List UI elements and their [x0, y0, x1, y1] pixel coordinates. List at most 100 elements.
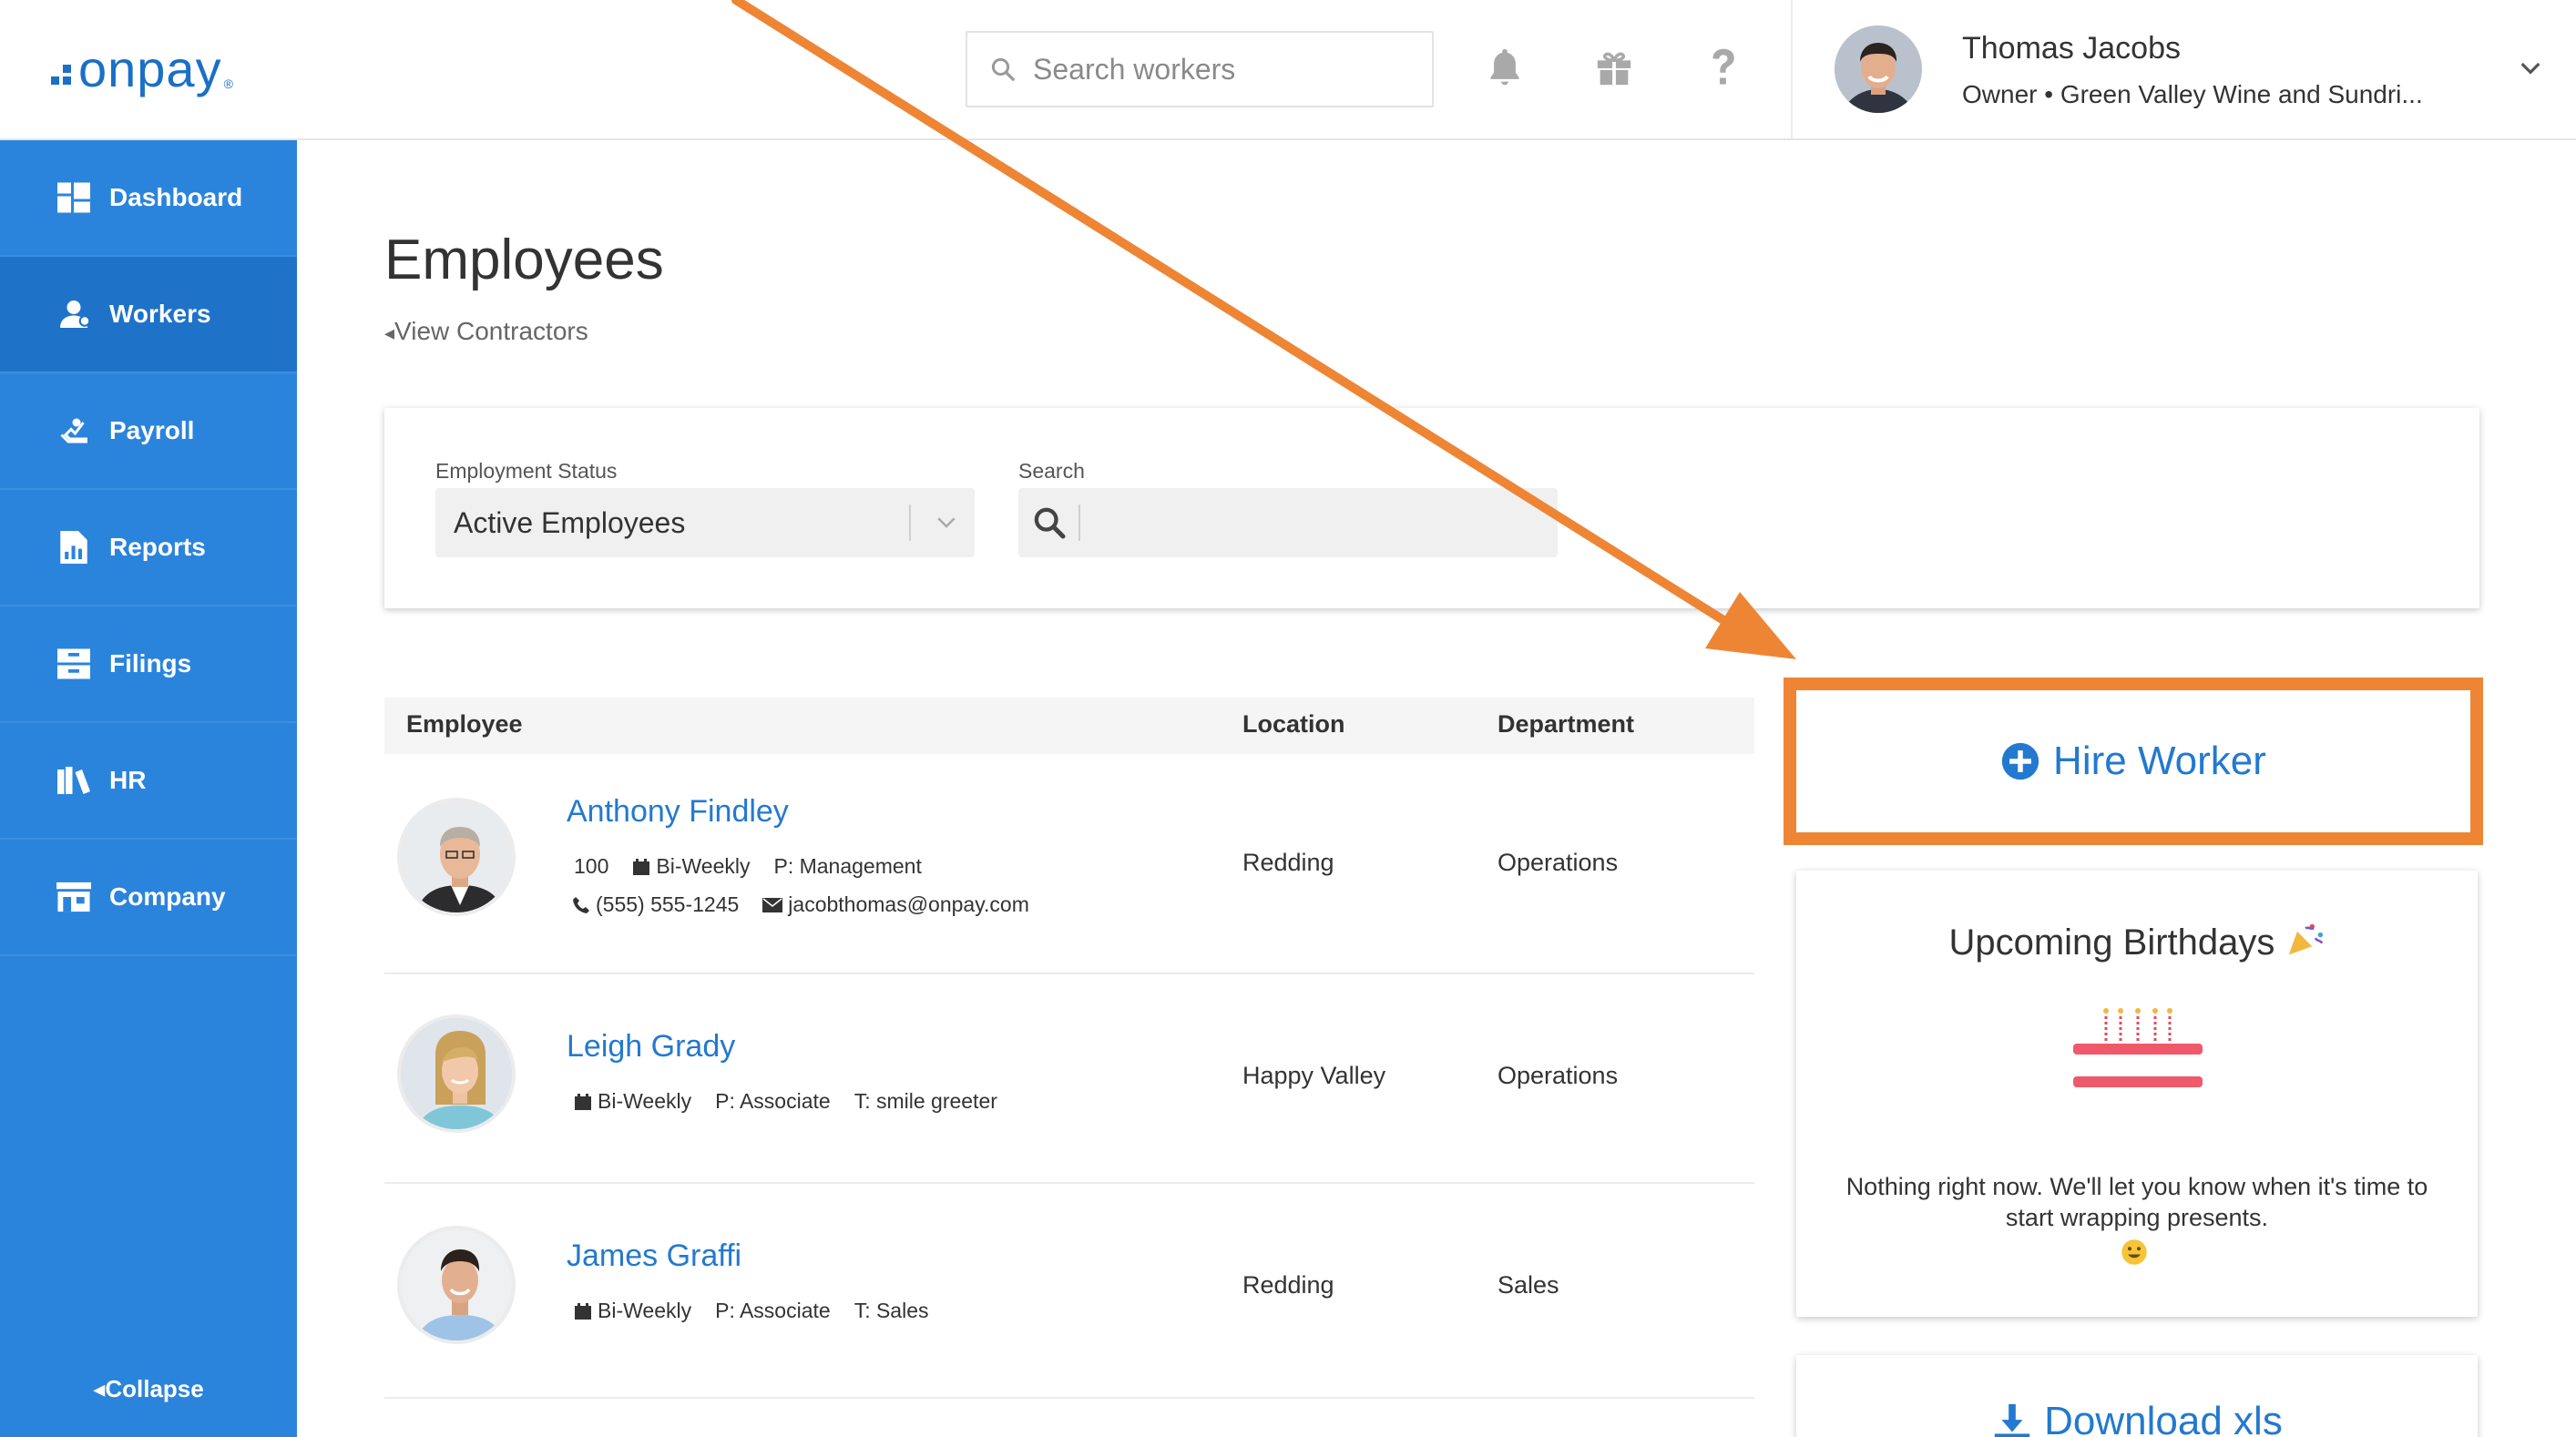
sidebar-item-label: Reports	[109, 533, 206, 561]
birthday-cake-icon	[2073, 1008, 2203, 1087]
smiley-icon	[2121, 1239, 2147, 1265]
download-xls-button[interactable]: Download xls	[1796, 1399, 2478, 1437]
upcoming-birthdays-title: Upcoming Birthdays	[1796, 922, 2478, 963]
table-row[interactable]: Leigh Grady Bi-Weekly P: Associate T: sm…	[384, 974, 1754, 1184]
pay-schedule-value: Bi-Weekly	[598, 1299, 692, 1322]
search-workers-input[interactable]	[1033, 52, 1416, 87]
chevron-down-icon[interactable]	[933, 508, 960, 535]
employee-meta-line-1: 100 Bi-Weekly P: Management	[574, 854, 946, 879]
employee-meta-line-1: Bi-Weekly P: Associate T: Sales	[574, 1299, 953, 1323]
employee-position: P: Associate	[715, 1089, 831, 1113]
employee-title: T: Sales	[854, 1299, 929, 1322]
party-popper-icon	[2288, 923, 2323, 955]
page-title: Employees	[384, 229, 664, 291]
filter-card: Employment Status Active Employees Searc…	[384, 408, 2479, 608]
employee-department: Operations	[1498, 849, 1619, 876]
onpay-logo[interactable]: onpay ®	[51, 36, 233, 100]
plus-circle-icon	[2001, 742, 2039, 780]
download-xls-card: Download xls	[1796, 1355, 2478, 1437]
user-name[interactable]: Thomas Jacobs	[1962, 31, 2181, 66]
search-label: Search	[1018, 459, 1085, 483]
employee-email[interactable]: jacobthomas@onpay.com	[762, 892, 1029, 917]
sidebar-item-label: Workers	[109, 300, 211, 328]
user-avatar[interactable]	[1835, 25, 1922, 113]
avatar[interactable]	[397, 798, 516, 916]
employee-email-value: jacobthomas@onpay.com	[788, 892, 1029, 916]
sidebar-item-workers[interactable]: Workers	[0, 257, 297, 373]
user-role[interactable]: Owner • Green Valley Wine and Sundri...	[1962, 80, 2423, 109]
employee-department: Operations	[1498, 1062, 1619, 1089]
caret-left-icon: ◂	[93, 1375, 106, 1402]
employee-meta-line-2: (555) 555-1245 jacobthomas@onpay.com	[572, 892, 1053, 917]
help-icon[interactable]	[1696, 40, 1751, 95]
bell-icon[interactable]	[1477, 40, 1532, 95]
employee-name-link[interactable]: Anthony Findley	[567, 794, 789, 830]
sidebar-item-label: Dashboard	[109, 183, 243, 211]
view-contractors-link[interactable]: ◂View Contractors	[384, 317, 588, 346]
employee-phone[interactable]: (555) 555-1245	[572, 892, 739, 917]
employment-status-value: Active Employees	[454, 505, 686, 539]
select-separator	[909, 504, 911, 541]
employment-status-label: Employment Status	[435, 459, 618, 483]
employee-name-link[interactable]: Leigh Grady	[567, 1029, 735, 1065]
gift-icon[interactable]	[1587, 40, 1641, 95]
download-xls-label: Download xls	[2044, 1399, 2283, 1437]
calendar-icon	[633, 858, 650, 875]
chevron-down-icon[interactable]	[2516, 53, 2545, 82]
sidebar-item-dashboard[interactable]: Dashboard	[0, 140, 297, 257]
column-header-department[interactable]: Department	[1498, 710, 1634, 739]
dashboard-icon	[56, 180, 91, 215]
pay-schedule-value: Bi-Weekly	[656, 854, 751, 878]
payroll-icon	[56, 413, 91, 448]
table-header: Employee Location Department	[384, 698, 1754, 754]
envelope-icon	[762, 897, 783, 912]
column-header-location[interactable]: Location	[1242, 710, 1345, 739]
pay-schedule-value: Bi-Weekly	[598, 1089, 692, 1113]
employee-name-link[interactable]: James Graffi	[567, 1238, 741, 1274]
sidebar-item-reports[interactable]: Reports	[0, 490, 297, 606]
sidebar-item-label: Payroll	[109, 416, 195, 444]
employee-location: Redding	[1242, 1271, 1334, 1299]
sidebar: Dashboard Workers Payroll Reports Filing…	[0, 140, 297, 1437]
table-row[interactable]: James Graffi Bi-Weekly P: Associate T: S…	[384, 1184, 1754, 1399]
employee-id: 100	[574, 854, 609, 878]
avatar[interactable]	[397, 1226, 516, 1344]
caret-left-icon: ◂	[384, 321, 395, 344]
sidebar-item-label: Company	[109, 882, 226, 911]
pay-schedule: Bi-Weekly	[632, 854, 750, 879]
sidebar-item-payroll[interactable]: Payroll	[0, 373, 297, 490]
avatar[interactable]	[397, 1014, 516, 1133]
upcoming-birthdays-message: Nothing right now. We'll let you know wh…	[1845, 1173, 2428, 1231]
employee-position: P: Management	[773, 854, 922, 878]
employment-status-select[interactable]: Active Employees	[435, 488, 975, 557]
sidebar-item-filings[interactable]: Filings	[0, 606, 297, 723]
logo-text: onpay	[78, 39, 222, 97]
workers-icon	[56, 297, 91, 331]
search-icon	[1034, 507, 1066, 539]
collapse-label: Collapse	[105, 1375, 204, 1402]
collapse-sidebar-button[interactable]: ◂Collapse	[0, 1375, 297, 1403]
hr-icon	[56, 763, 91, 798]
hire-worker-button[interactable]: Hire Worker	[1802, 696, 2465, 827]
sidebar-item-company[interactable]: Company	[0, 840, 297, 956]
sidebar-item-hr[interactable]: HR	[0, 723, 297, 840]
employee-department: Sales	[1498, 1271, 1559, 1299]
upcoming-birthdays-card: Upcoming Birthdays Nothing right now. We…	[1796, 871, 2478, 1317]
sidebar-item-label: Filings	[109, 649, 192, 678]
employee-position: P: Associate	[715, 1299, 831, 1322]
reports-icon	[56, 530, 91, 565]
company-icon	[56, 880, 91, 914]
view-contractors-label: View Contractors	[394, 317, 588, 345]
table-row[interactable]: Anthony Findley 100 Bi-Weekly P: Managem…	[384, 754, 1754, 974]
calendar-icon	[575, 1093, 591, 1110]
upcoming-birthdays-title-text: Upcoming Birthdays	[1948, 922, 2275, 963]
employee-search-input[interactable]	[1018, 488, 1558, 557]
topbar-divider	[1791, 0, 1793, 138]
employee-location: Redding	[1242, 849, 1334, 876]
logo-mark-icon	[51, 65, 71, 85]
search-workers-box[interactable]	[966, 31, 1434, 107]
column-header-employee[interactable]: Employee	[406, 710, 523, 739]
employee-phone-value: (555) 555-1245	[596, 892, 740, 916]
employee-title: T: smile greeter	[854, 1089, 997, 1113]
sidebar-item-label: HR	[109, 766, 147, 794]
